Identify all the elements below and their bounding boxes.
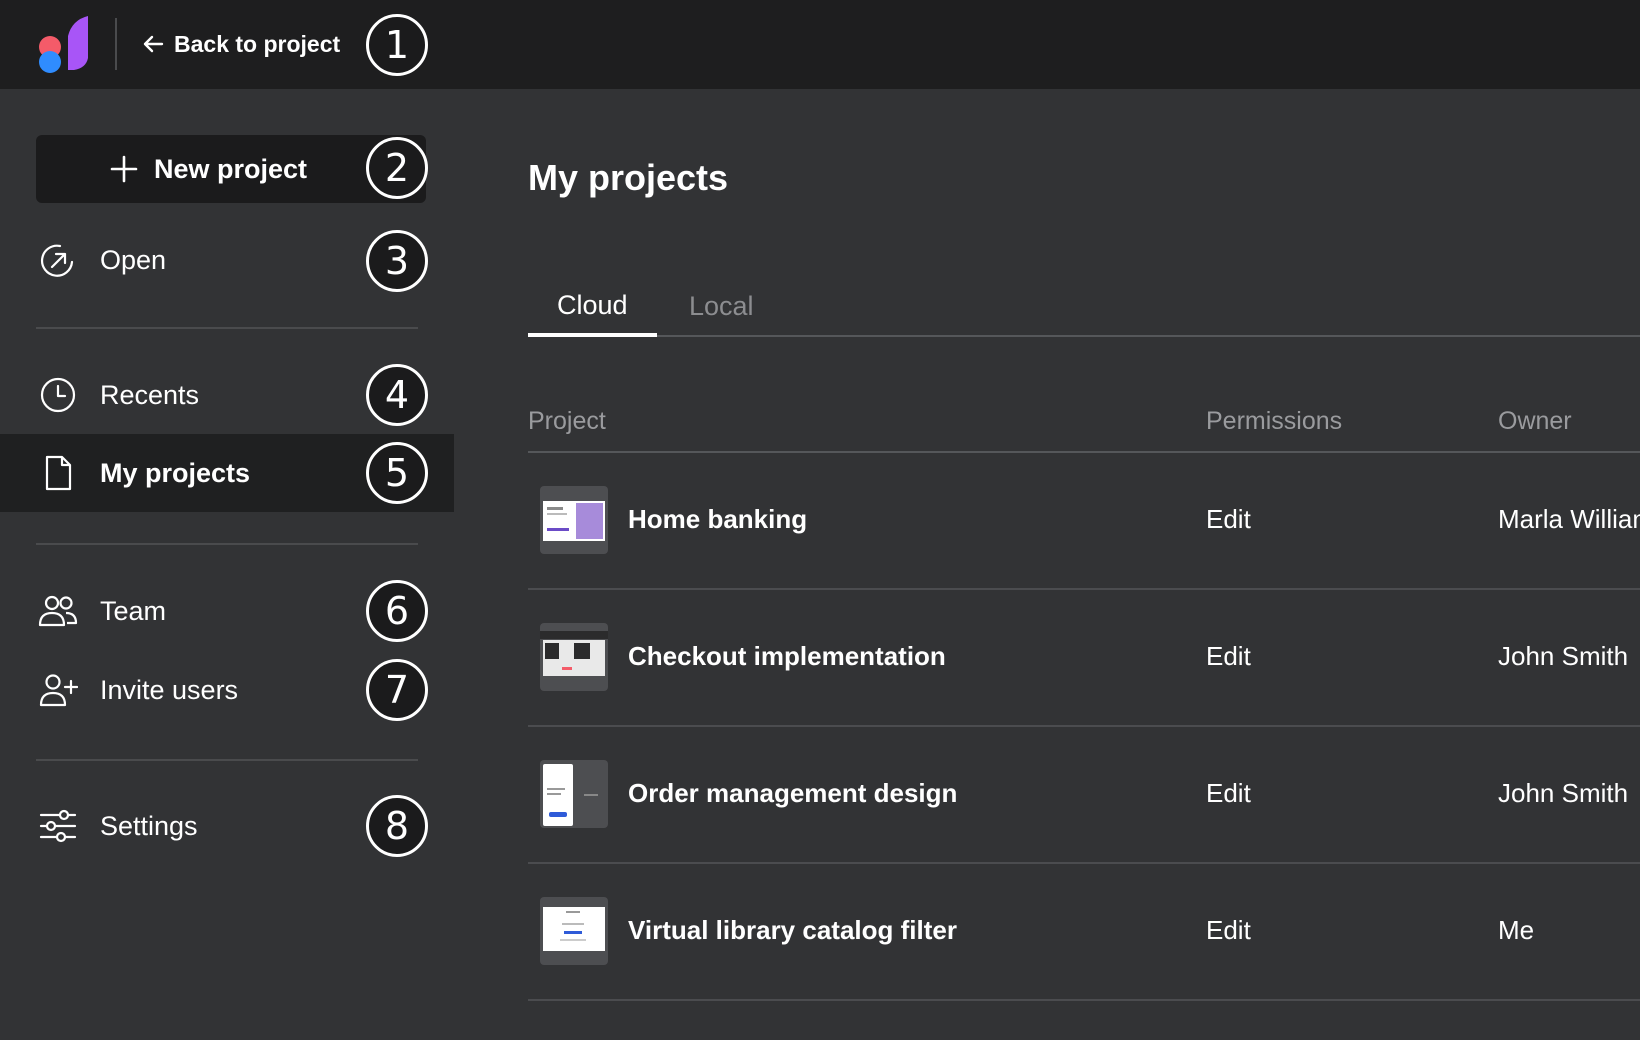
plus-icon xyxy=(110,155,138,183)
main-content: My projects Cloud Local Project Permissi… xyxy=(454,89,1640,1040)
project-name[interactable]: Checkout implementation xyxy=(628,641,946,672)
sidebar-divider xyxy=(36,543,418,545)
sliders-icon xyxy=(39,809,77,843)
column-header-project[interactable]: Project xyxy=(528,407,606,436)
project-tabs: Cloud Local xyxy=(528,277,1640,337)
project-permission: Edit xyxy=(1206,641,1251,671)
sidebar-divider xyxy=(36,759,418,761)
callout-badge-8: 8 xyxy=(366,795,428,857)
sidebar-item-label: Settings xyxy=(100,810,198,841)
callout-badge-7: 7 xyxy=(366,659,428,721)
callout-badge-5: 5 xyxy=(366,442,428,504)
project-name[interactable]: Home banking xyxy=(628,504,807,535)
sidebar: New project 2 Open 3 Recents 4 My projec… xyxy=(0,89,454,1040)
table-header: Project Permissions Owner xyxy=(528,389,1640,453)
project-thumbnail xyxy=(540,897,608,965)
project-thumbnail xyxy=(540,623,608,691)
column-header-permissions[interactable]: Permissions xyxy=(1206,407,1342,436)
sidebar-item-label: Open xyxy=(100,244,167,275)
document-icon xyxy=(45,455,72,491)
column-header-owner[interactable]: Owner xyxy=(1498,407,1572,436)
project-name[interactable]: Order management design xyxy=(628,778,957,809)
table-row[interactable]: Home banking Edit Marla Williams xyxy=(528,453,1640,590)
project-permission: Edit xyxy=(1206,915,1251,945)
sidebar-item-label: Team xyxy=(100,595,167,626)
table-row[interactable]: Virtual library catalog filter Edit Me xyxy=(528,864,1640,1001)
tab-local[interactable]: Local xyxy=(660,277,783,335)
project-owner: John Smith xyxy=(1498,641,1629,671)
sidebar-item-label: My projects xyxy=(100,457,251,488)
project-thumbnail xyxy=(540,760,608,828)
project-name[interactable]: Virtual library catalog filter xyxy=(628,915,957,946)
project-permission: Edit xyxy=(1206,504,1251,534)
project-owner: Me xyxy=(1498,915,1535,945)
app-logo xyxy=(39,16,88,73)
project-thumbnail xyxy=(540,486,608,554)
top-bar: Back to project 1 xyxy=(0,0,1640,89)
table-row[interactable]: Checkout implementation Edit John Smith xyxy=(528,590,1640,727)
users-icon xyxy=(38,595,78,627)
sidebar-divider xyxy=(36,327,418,329)
sidebar-item-label: Recents xyxy=(100,379,200,410)
new-project-label: New project xyxy=(154,153,308,184)
callout-badge-3: 3 xyxy=(366,230,428,292)
callout-badge-4: 4 xyxy=(366,364,428,426)
back-to-project-link[interactable]: Back to project xyxy=(142,26,340,62)
arrow-left-icon xyxy=(143,35,164,53)
project-permission: Edit xyxy=(1206,778,1251,808)
callout-badge-1: 1 xyxy=(366,14,428,76)
project-owner: Marla Williams xyxy=(1498,504,1640,534)
topbar-divider xyxy=(115,18,117,70)
page-title: My projects xyxy=(528,157,729,198)
table-row[interactable]: Order management design Edit John Smith xyxy=(528,727,1640,864)
callout-badge-6: 6 xyxy=(366,580,428,642)
sidebar-item-label: Invite users xyxy=(100,674,239,705)
callout-badge-2: 2 xyxy=(366,137,428,199)
back-to-project-label: Back to project xyxy=(174,30,341,57)
projects-table: Project Permissions Owner Home banking E… xyxy=(528,389,1640,1001)
user-plus-icon xyxy=(39,674,78,707)
open-arrow-icon xyxy=(41,244,74,277)
tab-cloud[interactable]: Cloud xyxy=(528,277,657,337)
clock-icon xyxy=(40,377,76,413)
project-owner: John Smith xyxy=(1498,778,1629,808)
